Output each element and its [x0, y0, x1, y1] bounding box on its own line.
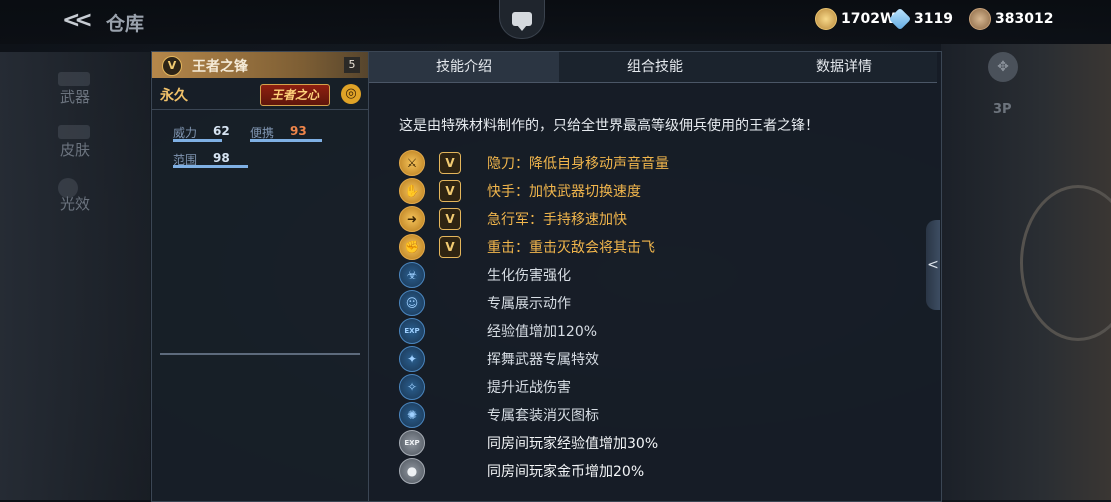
stat-value-portability: 93	[290, 124, 307, 138]
weapon-header	[152, 52, 368, 78]
left-nav	[0, 52, 150, 500]
skill-row: ✦ 挥舞武器专属特效	[399, 345, 919, 373]
skill-row: ✧ 提升近战伤害	[399, 373, 919, 401]
room-gold-icon: ●	[399, 458, 425, 484]
skin-icon	[58, 125, 90, 139]
skill-text: 生化伤害强化	[487, 268, 571, 284]
v-rank-icon: V	[162, 56, 182, 76]
nav-item-skins[interactable]: 皮肤	[60, 139, 90, 160]
skill-row: ✺ 专属套装消灭图标	[399, 401, 919, 429]
view-toggle-icon[interactable]: ✥	[988, 52, 1018, 82]
weapon-description: 这是由特殊材料制作的，只给全世界最高等级佣兵使用的王者之锋！	[399, 118, 819, 134]
exp-boost-icon: EXP	[399, 318, 425, 344]
tab-skill-intro[interactable]: 技能介绍	[369, 52, 559, 82]
quick-hand-icon: ✋	[399, 178, 425, 204]
stat-value-range: 98	[213, 151, 230, 165]
skill-text: 快手：加快武器切换速度	[487, 184, 641, 200]
biohazard-damage-icon: ☣	[399, 262, 425, 288]
swing-effect-icon: ✦	[399, 346, 425, 372]
skill-text: 经验值增加120%	[487, 324, 598, 340]
stat-bar-portability	[250, 139, 322, 142]
v-rank-icon: V	[439, 152, 461, 174]
stat-bar-power	[173, 139, 222, 142]
weapon-tag: 王者之心	[260, 84, 330, 106]
running-man-icon: ➜	[399, 206, 425, 232]
nav-item-effects[interactable]: 光效	[60, 193, 90, 214]
weapon-info-panel: V 王者之锋 5 永久 王者之心 ◎ 威力 62 便携 93 范围 98	[151, 51, 369, 502]
skill-row: EXP 同房间玩家经验值增加30%	[399, 429, 919, 457]
skill-text: 提升近战伤害	[487, 380, 571, 396]
heavy-strike-icon: ✊	[399, 234, 425, 260]
skill-text: 隐刀：降低自身移动声音音量	[487, 156, 669, 172]
skill-text: 重击：重击灭敌会将其击飞	[487, 240, 655, 256]
skill-row: ➜ V 急行军：手持移速加快	[399, 205, 919, 233]
currency-medal: 383012	[969, 8, 1053, 30]
nav-item-weapons[interactable]: 武器	[60, 86, 90, 107]
diamond-icon	[888, 7, 912, 31]
header-divider	[152, 109, 368, 110]
currency-gold: 1702W	[815, 8, 895, 30]
rifle-icon	[58, 72, 90, 86]
skill-text: 挥舞武器专属特效	[487, 352, 599, 368]
skill-text: 专属套装消灭图标	[487, 408, 599, 424]
skill-panel: 技能介绍 组合技能 数据详情 这是由特殊材料制作的，只给全世界最高等级佣兵使用的…	[368, 51, 942, 502]
weapon-level-badge: 5	[344, 57, 360, 73]
medal-value: 383012	[995, 11, 1054, 27]
back-arrow-icon[interactable]: <<	[62, 8, 93, 34]
tab-combo-skills[interactable]: 组合技能	[559, 52, 751, 82]
skill-row: ⚔ V 隐刀：降低自身移动声音音量	[399, 149, 919, 177]
skill-row: ✊ V 重击：重击灭敌会将其击飞	[399, 233, 919, 261]
v-rank-icon: V	[439, 180, 461, 202]
skill-row: ☣ 生化伤害强化	[399, 261, 919, 289]
kill-mark-icon: ✺	[399, 402, 425, 428]
stealth-blade-icon: ⚔	[399, 150, 425, 176]
gold-coin-icon	[815, 8, 837, 30]
melee-damage-icon: ✧	[399, 374, 425, 400]
medal-coin-icon	[969, 8, 991, 30]
skill-row: ✋ V 快手：加快武器切换速度	[399, 177, 919, 205]
weapon-name: 王者之锋	[192, 59, 248, 75]
skill-text: 专属展示动作	[487, 296, 571, 312]
view-mode-label[interactable]: 3P	[993, 102, 1012, 117]
skill-text: 同房间玩家金币增加20%	[487, 464, 645, 480]
tab-data-details[interactable]: 数据详情	[751, 52, 937, 82]
v-rank-icon: V	[439, 208, 461, 230]
gold-value: 1702W	[841, 11, 896, 27]
skill-text: 急行军：手持移速加快	[487, 212, 627, 228]
exclusive-pose-icon: ☺	[399, 290, 425, 316]
skill-row: ● 同房间玩家金币增加20%	[399, 457, 919, 485]
skill-text: 同房间玩家经验值增加30%	[487, 436, 659, 452]
stat-value-power: 62	[213, 124, 230, 138]
diamond-value: 3119	[914, 11, 953, 27]
panel-divider	[160, 353, 360, 355]
currency-diamond: 3119	[888, 7, 953, 31]
skill-row: ☺ 专属展示动作	[399, 289, 919, 317]
collapse-arrow-icon[interactable]: <	[926, 220, 940, 310]
stat-bar-range	[173, 165, 248, 168]
weapon-duration: 永久	[160, 88, 188, 104]
skill-row: EXP 经验值增加120%	[399, 317, 919, 345]
page-title: 仓库	[106, 13, 145, 35]
room-exp-icon: EXP	[399, 430, 425, 456]
ring-icon[interactable]: ◎	[341, 84, 361, 104]
v-rank-icon: V	[439, 236, 461, 258]
tab-bar: 技能介绍 组合技能 数据详情	[369, 52, 937, 83]
